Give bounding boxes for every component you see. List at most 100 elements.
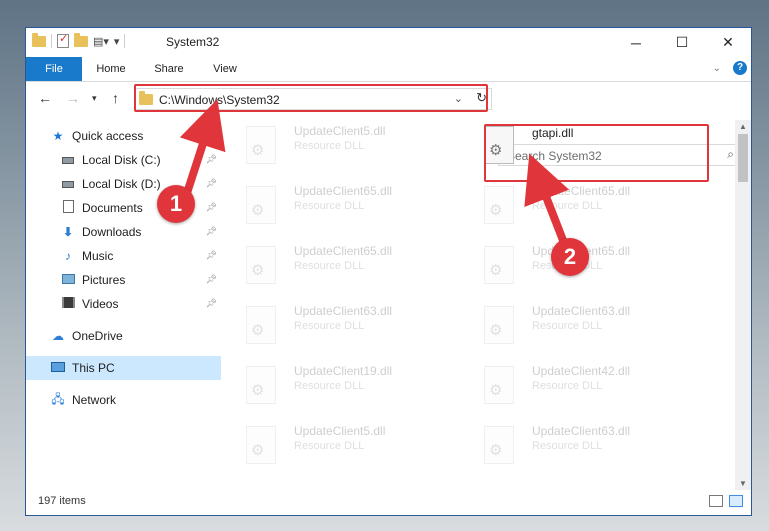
music-icon: ♪	[65, 249, 71, 263]
dll-file-icon: ⚙	[246, 426, 276, 464]
file-type: Resource DLL	[532, 380, 603, 392]
file-name: UpdateClient42.dll	[532, 364, 631, 378]
this-pc-icon	[51, 362, 65, 372]
navigation-pane: ★ Quick access Local Disk (C:) 📌︎ Local …	[26, 120, 221, 490]
sidebar-item-network[interactable]: 🖧︎ Network	[26, 388, 221, 412]
up-arrow-icon[interactable]: ↑	[112, 90, 119, 106]
file-name: UpdateClient65.dll	[294, 184, 393, 198]
sidebar-item-music[interactable]: ♪ Music 📌︎	[26, 244, 221, 268]
onedrive-icon: ☁	[52, 329, 64, 343]
downloads-icon: ⬇	[62, 225, 74, 239]
file-name: UpdateClient19.dll	[294, 364, 393, 378]
customize-toolbar-icon[interactable]: ▤▾	[93, 35, 109, 48]
pin-icon: 📌︎	[205, 202, 217, 212]
dll-file-icon: ⚙	[246, 126, 276, 164]
scroll-down-icon[interactable]: ▼	[739, 479, 747, 488]
pin-icon: 📌︎	[205, 274, 217, 284]
file-item[interactable]: ⚙ UpdateClient42.dll Resource DLL	[464, 360, 684, 414]
sidebar-item-local-disk-c[interactable]: Local Disk (C:) 📌︎	[26, 148, 221, 172]
sidebar-item-label: Quick access	[72, 129, 144, 143]
new-folder-icon[interactable]	[74, 32, 88, 47]
drive-icon	[62, 181, 74, 188]
sidebar-item-label: Network	[72, 393, 117, 407]
minimize-button[interactable]: ─	[613, 28, 659, 57]
dll-file-icon: ⚙	[246, 366, 276, 404]
file-item[interactable]: ⚙ UpdateClient19.dll Resource DLL	[226, 360, 446, 414]
item-count: 197 items	[38, 495, 86, 507]
maximize-button[interactable]: ☐	[659, 28, 705, 57]
file-item[interactable]: ⚙ UpdateClient5.dll Resource DLL	[226, 420, 446, 474]
file-name: UpdateClient5.dll	[294, 124, 386, 138]
pictures-icon	[61, 274, 75, 284]
dll-file-icon: ⚙	[484, 366, 514, 404]
help-icon[interactable]: ?	[733, 61, 747, 75]
sidebar-item-label: Local Disk (C:)	[82, 153, 161, 167]
file-type: Resource DLL	[294, 320, 365, 332]
sidebar-item-label: Music	[82, 249, 114, 263]
network-icon: 🖧︎	[51, 391, 65, 406]
scroll-up-icon[interactable]: ▲	[739, 122, 747, 131]
file-item[interactable]: ⚙ UpdateClient65.dll Resource DLL	[464, 180, 684, 234]
title-bar: ▤▾ ▾ System32 ─ ☐ ✕	[26, 28, 751, 57]
file-type: Resource DLL	[294, 140, 365, 152]
toolbar-divider	[51, 34, 52, 48]
sidebar-item-quick-access[interactable]: ★ Quick access	[26, 124, 221, 148]
dll-file-icon: ⚙	[484, 426, 514, 464]
dll-file-icon: ⚙	[484, 186, 514, 224]
sidebar-item-label: Documents	[82, 201, 143, 215]
file-item[interactable]: ⚙ UpdateClient65.dll Resource DLL	[226, 180, 446, 234]
sidebar-item-downloads[interactable]: ⬇ Downloads 📌︎	[26, 220, 221, 244]
recent-locations-icon[interactable]: ▾	[92, 93, 97, 104]
dll-file-icon: ⚙	[484, 246, 514, 284]
sidebar-item-onedrive[interactable]: ☁ OneDrive	[26, 324, 221, 348]
scrollbar-thumb[interactable]	[738, 134, 748, 182]
pin-icon: 📌︎	[205, 154, 217, 164]
file-type: Resource DLL	[294, 200, 365, 212]
highlight-box-address	[134, 84, 488, 112]
file-item[interactable]: ⚙ UpdateClient63.dll Resource DLL	[226, 300, 446, 354]
tab-file[interactable]: File	[26, 57, 82, 81]
details-view-icon[interactable]	[709, 495, 723, 507]
sidebar-item-label: This PC	[72, 361, 115, 375]
dll-file-icon: ⚙	[246, 246, 276, 284]
file-item[interactable]: ⚙ UpdateClient5.dll Resource DLL	[226, 120, 446, 174]
file-item[interactable]: ⚙ UpdateClient63.dll Resource DLL	[464, 300, 684, 354]
forward-arrow-icon[interactable]: →	[66, 90, 80, 106]
large-icons-view-icon[interactable]	[729, 495, 743, 507]
sidebar-item-this-pc[interactable]: This PC	[26, 356, 221, 380]
close-button[interactable]: ✕	[705, 28, 751, 57]
pin-icon: 📌︎	[205, 226, 217, 236]
status-bar: 197 items	[26, 489, 751, 515]
file-item[interactable]: ⚙ UpdateClient65.dll Resource DLL	[226, 240, 446, 294]
file-item[interactable]: ⚙ UpdateClient63.dll Resource DLL	[464, 420, 684, 474]
drive-icon	[62, 157, 74, 164]
sidebar-item-label: Downloads	[82, 225, 142, 239]
dll-file-icon: ⚙	[484, 306, 514, 344]
vertical-scrollbar[interactable]: ▲ ▼	[735, 120, 751, 490]
properties-icon[interactable]	[57, 32, 69, 48]
file-name: UpdateClient63.dll	[532, 304, 631, 318]
quick-access-toolbar: ▤▾ ▾	[32, 32, 126, 48]
dll-file-icon: ⚙	[246, 306, 276, 344]
sidebar-item-pictures[interactable]: Pictures 📌︎	[26, 268, 221, 292]
sidebar-item-videos[interactable]: Videos 📌︎	[26, 292, 221, 316]
back-arrow-icon[interactable]: ←	[38, 90, 52, 106]
sidebar-item-label: Videos	[82, 297, 119, 311]
file-type: Resource DLL	[532, 200, 603, 212]
file-type: Resource DLL	[294, 380, 365, 392]
tab-share[interactable]: Share	[144, 57, 194, 81]
file-type: Resource DLL	[532, 320, 603, 332]
file-name: UpdateClient63.dll	[294, 304, 393, 318]
tab-home[interactable]: Home	[86, 57, 136, 81]
tab-view[interactable]: View	[202, 57, 248, 81]
file-name: UpdateClient65.dll	[294, 244, 393, 258]
dll-file-icon: ⚙	[246, 186, 276, 224]
expand-ribbon-icon[interactable]: ⌄	[713, 63, 721, 74]
pin-icon: 📌︎	[205, 298, 217, 308]
toolbar-divider	[124, 34, 126, 48]
star-icon: ★	[52, 129, 64, 143]
toolbar-dropdown-icon[interactable]: ▾	[114, 35, 120, 48]
folder-icon	[32, 32, 46, 47]
ribbon-tabs: File Home Share View ⌄ ?	[26, 57, 751, 82]
file-type: Resource DLL	[294, 440, 365, 452]
